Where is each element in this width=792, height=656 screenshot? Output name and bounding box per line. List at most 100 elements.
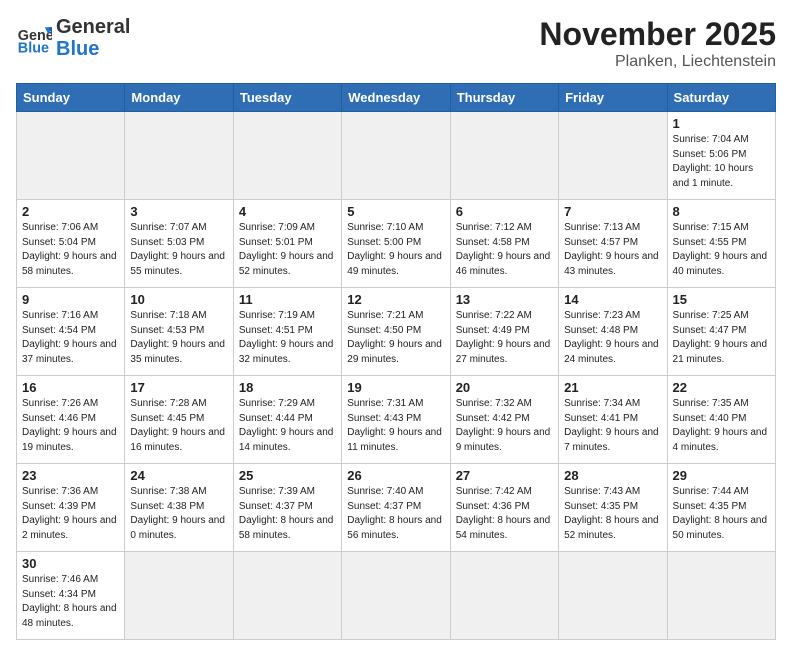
day-number: 19 — [347, 380, 444, 395]
day-number: 18 — [239, 380, 336, 395]
day-info: Sunrise: 7:26 AM Sunset: 4:46 PM Dayligh… — [22, 397, 119, 455]
day-number: 2 — [22, 204, 119, 219]
logo-blue: Blue — [56, 38, 130, 60]
day-info: Sunrise: 7:23 AM Sunset: 4:48 PM Dayligh… — [564, 309, 661, 367]
calendar-cell — [450, 112, 558, 200]
day-info: Sunrise: 7:22 AM Sunset: 4:49 PM Dayligh… — [456, 309, 553, 367]
calendar-week-1: 1Sunrise: 7:04 AM Sunset: 5:06 PM Daylig… — [17, 112, 776, 200]
calendar-cell: 22 Sunrise: 7:35 AM Sunset: 4:40 PM Dayli… — [667, 376, 775, 464]
page-header: General Blue General Blue November 2025 … — [16, 16, 776, 71]
weekday-header-saturday: Saturday — [667, 84, 775, 112]
calendar-cell: 14 Sunrise: 7:23 AM Sunset: 4:48 PM Dayli… — [559, 288, 667, 376]
logo-general: General — [56, 16, 130, 38]
day-number: 16 — [22, 380, 119, 395]
calendar-week-6: 30Sunrise: 7:46 AM Sunset: 4:34 PM Dayli… — [17, 552, 776, 640]
day-info: Sunrise: 7:19 AM Sunset: 4:51 PM Dayligh… — [239, 309, 336, 367]
weekday-header-thursday: Thursday — [450, 84, 558, 112]
day-info: Sunrise: 7:09 AM Sunset: 5:01 PM Dayligh… — [239, 221, 336, 279]
day-info: Sunrise: 7:29 AM Sunset: 4:44 PM Dayligh… — [239, 397, 336, 455]
day-number: 25 — [239, 468, 336, 483]
calendar-cell: 15 Sunrise: 7:25 AM Sunset: 4:47 PM Dayli… — [667, 288, 775, 376]
day-number: 14 — [564, 292, 661, 307]
calendar-cell: 19Sunrise: 7:31 AM Sunset: 4:43 PM Dayli… — [342, 376, 450, 464]
calendar-cell: 17 Sunrise: 7:28 AM Sunset: 4:45 PM Dayli… — [125, 376, 233, 464]
day-number: 21 — [564, 380, 661, 395]
calendar-cell: 24 Sunrise: 7:38 AM Sunset: 4:38 PM Dayli… — [125, 464, 233, 552]
calendar-cell: 5Sunrise: 7:10 AM Sunset: 5:00 PM Daylig… — [342, 200, 450, 288]
day-number: 28 — [564, 468, 661, 483]
day-info: Sunrise: 7:44 AM Sunset: 4:35 PM Dayligh… — [673, 485, 770, 543]
calendar-cell: 2 Sunrise: 7:06 AM Sunset: 5:04 PM Daylig… — [17, 200, 125, 288]
weekday-header-friday: Friday — [559, 84, 667, 112]
day-info: Sunrise: 7:36 AM Sunset: 4:39 PM Dayligh… — [22, 485, 119, 543]
day-number: 4 — [239, 204, 336, 219]
day-number: 13 — [456, 292, 553, 307]
day-number: 10 — [130, 292, 227, 307]
weekday-header-tuesday: Tuesday — [233, 84, 341, 112]
calendar-cell — [17, 112, 125, 200]
day-number: 26 — [347, 468, 444, 483]
day-number: 27 — [456, 468, 553, 483]
calendar-cell: 9Sunrise: 7:16 AM Sunset: 4:54 PM Daylig… — [17, 288, 125, 376]
day-number: 11 — [239, 292, 336, 307]
calendar-table: SundayMondayTuesdayWednesdayThursdayFrid… — [16, 83, 776, 640]
calendar-cell: 3Sunrise: 7:07 AM Sunset: 5:03 PM Daylig… — [125, 200, 233, 288]
day-info: Sunrise: 7:35 AM Sunset: 4:40 PM Dayligh… — [673, 397, 770, 455]
day-info: Sunrise: 7:10 AM Sunset: 5:00 PM Dayligh… — [347, 221, 444, 279]
day-number: 23 — [22, 468, 119, 483]
day-number: 1 — [673, 116, 770, 131]
month-title: November 2025 — [539, 16, 776, 53]
calendar-cell: 26 Sunrise: 7:40 AM Sunset: 4:37 PM Dayli… — [342, 464, 450, 552]
calendar-cell: 30Sunrise: 7:46 AM Sunset: 4:34 PM Dayli… — [17, 552, 125, 640]
day-number: 15 — [673, 292, 770, 307]
calendar-cell — [342, 112, 450, 200]
day-info: Sunrise: 7:32 AM Sunset: 4:42 PM Dayligh… — [456, 397, 553, 455]
day-info: Sunrise: 7:21 AM Sunset: 4:50 PM Dayligh… — [347, 309, 444, 367]
day-number: 29 — [673, 468, 770, 483]
calendar-cell: 8Sunrise: 7:15 AM Sunset: 4:55 PM Daylig… — [667, 200, 775, 288]
day-info: Sunrise: 7:18 AM Sunset: 4:53 PM Dayligh… — [130, 309, 227, 367]
location-title: Planken, Liechtenstein — [539, 53, 776, 71]
day-info: Sunrise: 7:15 AM Sunset: 4:55 PM Dayligh… — [673, 221, 770, 279]
calendar-week-3: 9Sunrise: 7:16 AM Sunset: 4:54 PM Daylig… — [17, 288, 776, 376]
day-number: 20 — [456, 380, 553, 395]
day-info: Sunrise: 7:12 AM Sunset: 4:58 PM Dayligh… — [456, 221, 553, 279]
day-number: 6 — [456, 204, 553, 219]
day-info: Sunrise: 7:42 AM Sunset: 4:36 PM Dayligh… — [456, 485, 553, 543]
logo-icon: General Blue — [16, 20, 52, 56]
day-info: Sunrise: 7:40 AM Sunset: 4:37 PM Dayligh… — [347, 485, 444, 543]
day-number: 24 — [130, 468, 227, 483]
day-number: 30 — [22, 556, 119, 571]
calendar-cell: 16 Sunrise: 7:26 AM Sunset: 4:46 PM Dayli… — [17, 376, 125, 464]
calendar-cell: 29 Sunrise: 7:44 AM Sunset: 4:35 PM Dayli… — [667, 464, 775, 552]
calendar-cell — [559, 552, 667, 640]
day-number: 12 — [347, 292, 444, 307]
calendar-cell — [125, 112, 233, 200]
calendar-week-4: 16 Sunrise: 7:26 AM Sunset: 4:46 PM Dayli… — [17, 376, 776, 464]
calendar-cell — [559, 112, 667, 200]
calendar-week-2: 2 Sunrise: 7:06 AM Sunset: 5:04 PM Daylig… — [17, 200, 776, 288]
calendar-cell: 13 Sunrise: 7:22 AM Sunset: 4:49 PM Dayli… — [450, 288, 558, 376]
day-info: Sunrise: 7:25 AM Sunset: 4:47 PM Dayligh… — [673, 309, 770, 367]
calendar-cell: 12 Sunrise: 7:21 AM Sunset: 4:50 PM Dayli… — [342, 288, 450, 376]
calendar-cell: 6 Sunrise: 7:12 AM Sunset: 4:58 PM Daylig… — [450, 200, 558, 288]
weekday-header-wednesday: Wednesday — [342, 84, 450, 112]
calendar-cell: 1Sunrise: 7:04 AM Sunset: 5:06 PM Daylig… — [667, 112, 775, 200]
calendar-cell: 11 Sunrise: 7:19 AM Sunset: 4:51 PM Dayli… — [233, 288, 341, 376]
day-info: Sunrise: 7:38 AM Sunset: 4:38 PM Dayligh… — [130, 485, 227, 543]
calendar-cell: 18 Sunrise: 7:29 AM Sunset: 4:44 PM Dayli… — [233, 376, 341, 464]
day-info: Sunrise: 7:39 AM Sunset: 4:37 PM Dayligh… — [239, 485, 336, 543]
day-number: 7 — [564, 204, 661, 219]
day-info: Sunrise: 7:28 AM Sunset: 4:45 PM Dayligh… — [130, 397, 227, 455]
day-info: Sunrise: 7:16 AM Sunset: 4:54 PM Dayligh… — [22, 309, 119, 367]
calendar-cell: 27 Sunrise: 7:42 AM Sunset: 4:36 PM Dayli… — [450, 464, 558, 552]
weekday-header-monday: Monday — [125, 84, 233, 112]
weekday-header-sunday: Sunday — [17, 84, 125, 112]
day-info: Sunrise: 7:34 AM Sunset: 4:41 PM Dayligh… — [564, 397, 661, 455]
calendar-cell — [342, 552, 450, 640]
day-number: 22 — [673, 380, 770, 395]
svg-text:Blue: Blue — [18, 40, 49, 56]
day-number: 17 — [130, 380, 227, 395]
day-info: Sunrise: 7:06 AM Sunset: 5:04 PM Dayligh… — [22, 221, 119, 279]
calendar-cell — [450, 552, 558, 640]
